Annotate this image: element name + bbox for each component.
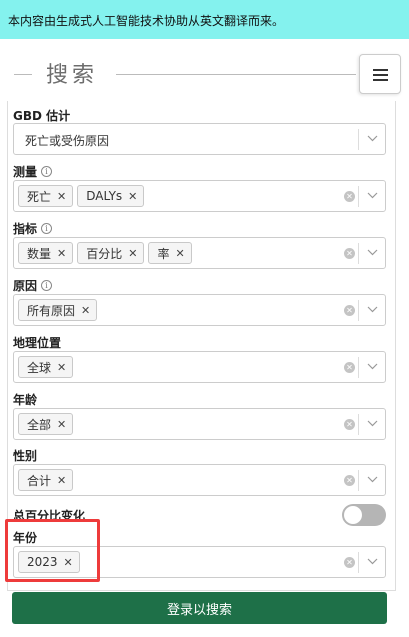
total-percent-change-toggle[interactable] (342, 504, 386, 526)
chevron-down-icon[interactable] (359, 238, 385, 268)
chip-remove-icon[interactable]: ✕ (57, 418, 66, 431)
cause-select[interactable]: 所有原因 ✕ ✕ (13, 294, 386, 326)
estimate-label: GBD 估计 (13, 109, 71, 123)
chip-remove-icon[interactable]: ✕ (81, 304, 90, 317)
chevron-down-icon[interactable] (359, 124, 385, 154)
title-divider-right (116, 74, 356, 75)
clear-icon[interactable]: ✕ (344, 362, 355, 373)
chip-remove-icon[interactable]: ✕ (57, 361, 66, 374)
measure-label: 测量 i (13, 163, 53, 180)
chevron-down-icon[interactable] (359, 295, 385, 325)
sex-chip: 合计 ✕ (18, 469, 74, 491)
chip-remove-icon[interactable]: ✕ (57, 474, 66, 487)
info-icon[interactable]: i (41, 280, 53, 291)
measure-select[interactable]: 死亡 ✕ DALYs ✕ ✕ (13, 180, 386, 212)
metric-select[interactable]: 数量 ✕ 百分比 ✕ 率 ✕ ✕ (13, 237, 386, 269)
year-chip: 2023 ✕ (18, 551, 80, 573)
total-percent-change-label: 总百分比变化 (13, 509, 86, 523)
age-chip: 全部 ✕ (18, 413, 74, 435)
metric-chip: 率 ✕ (148, 242, 192, 264)
chip-remove-icon[interactable]: ✕ (64, 556, 73, 569)
estimate-value: 死亡或受伤原因 (25, 134, 110, 148)
info-icon[interactable]: i (41, 223, 53, 234)
chip-remove-icon[interactable]: ✕ (57, 190, 66, 203)
clear-icon[interactable]: ✕ (344, 248, 355, 259)
measure-chip: 死亡 ✕ (18, 185, 74, 207)
chevron-down-icon[interactable] (359, 352, 385, 382)
title-divider-left (14, 74, 32, 75)
age-select[interactable]: 全部 ✕ ✕ (13, 408, 386, 440)
chevron-down-icon[interactable] (359, 465, 385, 495)
cause-label: 原因 i (13, 277, 53, 294)
toggle-knob (344, 506, 362, 524)
chevron-down-icon[interactable] (359, 181, 385, 211)
location-select[interactable]: 全球 ✕ ✕ (13, 351, 386, 383)
chip-remove-icon[interactable]: ✕ (175, 247, 184, 260)
estimate-select[interactable]: 死亡或受伤原因 (13, 123, 386, 155)
clear-icon[interactable]: ✕ (344, 557, 355, 568)
banner-text: 本内容由生成式人工智能技术协助从英文翻译而来。 (8, 14, 285, 28)
chip-remove-icon[interactable]: ✕ (57, 247, 66, 260)
year-select[interactable]: 2023 ✕ ✕ (13, 546, 386, 578)
total-percent-change-row: 总百分比变化 (13, 504, 386, 528)
location-chip: 全球 ✕ (18, 356, 74, 378)
metric-chip: 数量 ✕ (18, 242, 74, 264)
metric-chip: 百分比 ✕ (77, 242, 145, 264)
cause-chip: 所有原因 ✕ (18, 299, 98, 321)
age-label: 年龄 (13, 393, 38, 407)
measure-chip: DALYs ✕ (77, 185, 145, 207)
search-header: 搜索 (0, 39, 409, 101)
location-label: 地理位置 (13, 336, 62, 350)
login-to-search-button[interactable]: 登录以搜索 (12, 592, 387, 624)
chip-remove-icon[interactable]: ✕ (128, 247, 137, 260)
metric-label: 指标 i (13, 220, 53, 237)
clear-icon[interactable]: ✕ (344, 191, 355, 202)
page-title: 搜索 (46, 63, 99, 88)
clear-icon[interactable]: ✕ (344, 475, 355, 486)
year-label: 年份 (13, 531, 38, 545)
chip-remove-icon[interactable]: ✕ (128, 190, 137, 203)
clear-icon[interactable]: ✕ (344, 305, 355, 316)
translation-banner: 本内容由生成式人工智能技术协助从英文翻译而来。 (0, 0, 409, 39)
sex-select[interactable]: 合计 ✕ ✕ (13, 464, 386, 496)
chevron-down-icon[interactable] (359, 409, 385, 439)
info-icon[interactable]: i (41, 166, 53, 177)
sex-label: 性别 (13, 449, 38, 463)
chevron-down-icon[interactable] (359, 547, 385, 577)
menu-button[interactable] (359, 54, 401, 94)
clear-icon[interactable]: ✕ (344, 419, 355, 430)
